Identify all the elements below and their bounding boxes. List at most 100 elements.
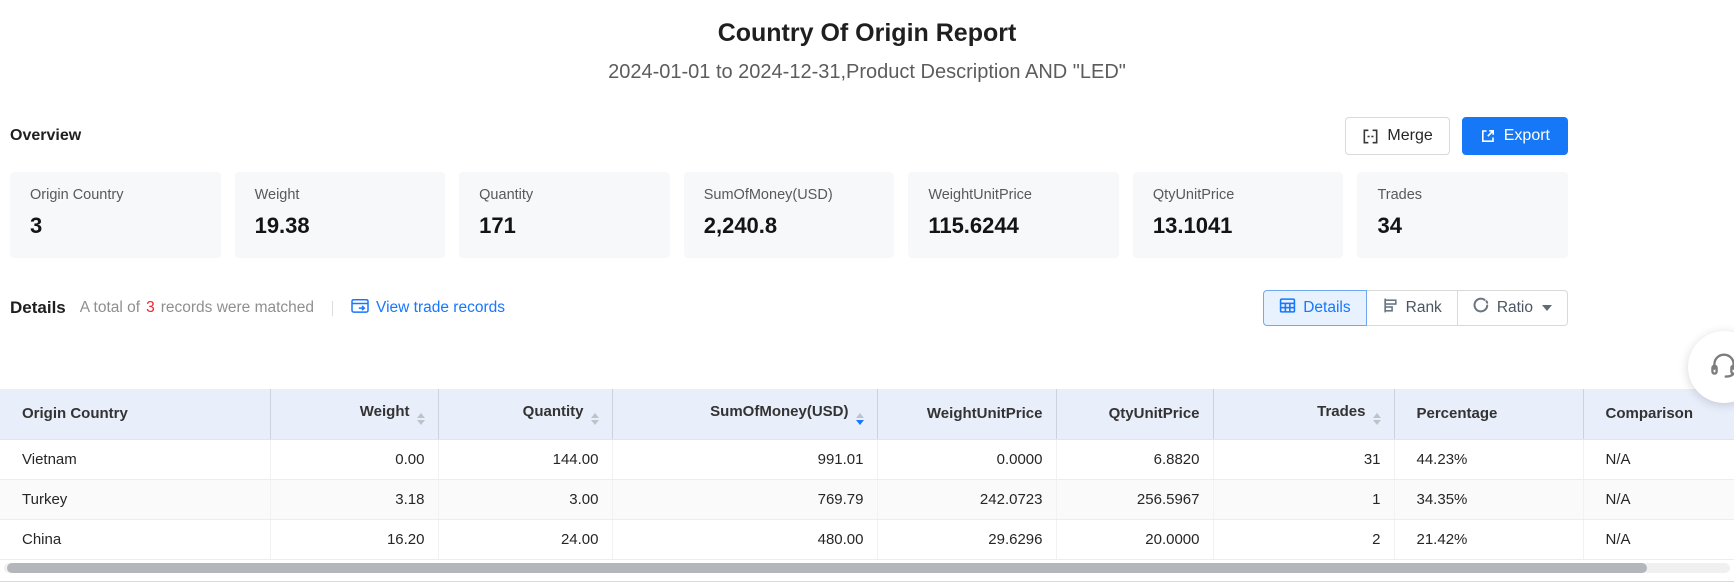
headset-icon [1708,349,1734,386]
stat-value: 13.1041 [1153,213,1324,239]
export-button-label: Export [1504,127,1550,145]
cell-qty-unit-price: 256.5967 [1056,479,1213,519]
tab-details-label: Details [1303,299,1350,317]
horizontal-scrollbar-track[interactable] [4,563,1730,573]
stat-value: 19.38 [255,213,426,239]
horizontal-scrollbar-thumb[interactable] [7,563,1647,573]
caret-sort-icon-desc-active [856,413,864,425]
stat-value: 115.6244 [928,213,1099,239]
col-header-label: SumOfMoney(USD) [710,403,848,420]
cell-sum-of-money: 480.00 [612,519,877,559]
rank-bars-icon [1382,297,1399,319]
col-header-weight-unit-price: WeightUnitPrice [877,389,1056,439]
cell-trades: 1 [1213,479,1394,519]
stat-label: Quantity [479,187,650,204]
stat-label: QtyUnitPrice [1153,187,1324,204]
merge-cells-icon [1362,128,1379,145]
tab-rank-label: Rank [1406,299,1442,317]
col-header-percentage: Percentage [1394,389,1583,439]
table-row-turkey: Turkey 3.18 3.00 769.79 242.0723 256.596… [0,479,1734,519]
stat-label: SumOfMoney(USD) [704,187,875,204]
match-summary-prefix: A total of [80,299,140,316]
details-bar: Details A total of3records were matched … [0,289,1734,327]
cell-trades: 31 [1213,439,1394,479]
cell-weight-unit-price: 242.0723 [877,479,1056,519]
stat-card-sum-of-money: SumOfMoney(USD) 2,240.8 [684,172,895,258]
stat-card-origin-country: Origin Country 3 [10,172,221,258]
tab-ratio-label: Ratio [1497,299,1533,317]
cell-sum-of-money: 991.01 [612,439,877,479]
col-header-weight[interactable]: Weight [270,389,438,439]
col-header-label: WeightUnitPrice [927,405,1043,422]
vertical-divider [332,301,333,316]
cell-comparison: N/A [1583,479,1734,519]
toolbar-buttons: Merge Export [1345,117,1568,155]
page-title: Country Of Origin Report [0,0,1734,48]
trade-window-icon [351,298,369,319]
page-bottom-edge [0,581,1734,582]
cell-percentage: 34.35% [1394,479,1583,519]
view-trade-records-link[interactable]: View trade records [351,298,505,319]
match-summary-suffix: records were matched [161,299,314,316]
table-body: Vietnam 0.00 144.00 991.01 0.0000 6.8820… [0,439,1734,559]
col-header-trades[interactable]: Trades [1213,389,1394,439]
cell-weight-unit-price: 29.6296 [877,519,1056,559]
table-header-row: Origin Country Weight Quantity SumOfMone… [0,389,1734,439]
cell-weight: 16.20 [270,519,438,559]
stat-label: WeightUnitPrice [928,187,1099,204]
col-header-origin-country: Origin Country [0,389,270,439]
overview-toolbar: Overview Merge Export [0,117,1734,155]
view-trade-records-label: View trade records [376,299,505,317]
stat-value: 3 [30,213,201,239]
stat-card-qty-unit-price: QtyUnitPrice 13.1041 [1133,172,1344,258]
stat-value: 2,240.8 [704,213,875,239]
col-header-label: Percentage [1417,405,1498,422]
caret-sort-icon [417,413,425,425]
tab-ratio[interactable]: Ratio [1457,290,1568,326]
ratio-ring-icon [1473,297,1490,319]
tab-rank[interactable]: Rank [1366,290,1458,326]
export-button[interactable]: Export [1462,117,1568,155]
cell-percentage: 21.42% [1394,519,1583,559]
col-header-quantity[interactable]: Quantity [438,389,612,439]
cell-origin-country: Vietnam [0,439,270,479]
cell-comparison: N/A [1583,439,1734,479]
col-header-label: Trades [1317,403,1365,420]
cell-weight: 3.18 [270,479,438,519]
stat-card-weight: Weight 19.38 [235,172,446,258]
col-header-qty-unit-price: QtyUnitPrice [1056,389,1213,439]
report-subtitle: 2024-01-01 to 2024-12-31,Product Descrip… [0,60,1734,84]
stat-label: Origin Country [30,187,201,204]
table-row-china: China 16.20 24.00 480.00 29.6296 20.0000… [0,519,1734,559]
col-header-sum-of-money[interactable]: SumOfMoney(USD) [612,389,877,439]
cell-comparison: N/A [1583,519,1734,559]
cell-qty-unit-price: 20.0000 [1056,519,1213,559]
col-header-label: Weight [360,403,410,420]
stat-value: 171 [479,213,650,239]
cell-quantity: 24.00 [438,519,612,559]
stat-label: Trades [1377,187,1548,204]
external-link-icon [1480,128,1496,144]
cell-weight-unit-price: 0.0000 [877,439,1056,479]
tab-details[interactable]: Details [1263,290,1366,326]
stat-value: 34 [1377,213,1548,239]
caret-sort-icon [1373,413,1381,425]
table-grid-icon [1279,297,1296,319]
match-summary: A total of3records were matched [80,299,314,317]
overview-cards: Origin Country 3 Weight 19.38 Quantity 1… [0,172,1734,258]
caret-sort-icon [591,413,599,425]
stat-card-quantity: Quantity 171 [459,172,670,258]
col-header-label: Quantity [523,403,584,420]
merge-button-label: Merge [1387,127,1432,145]
col-header-label: QtyUnitPrice [1109,405,1200,422]
stat-label: Weight [255,187,426,204]
results-table: Origin Country Weight Quantity SumOfMone… [0,389,1734,560]
match-count: 3 [140,299,161,316]
merge-button[interactable]: Merge [1345,117,1449,155]
cell-weight: 0.00 [270,439,438,479]
table-header: Origin Country Weight Quantity SumOfMone… [0,389,1734,439]
cell-quantity: 3.00 [438,479,612,519]
col-header-label: Origin Country [22,405,128,422]
view-toggle-group: Details Rank Ratio [1263,290,1568,326]
overview-label: Overview [10,127,81,145]
